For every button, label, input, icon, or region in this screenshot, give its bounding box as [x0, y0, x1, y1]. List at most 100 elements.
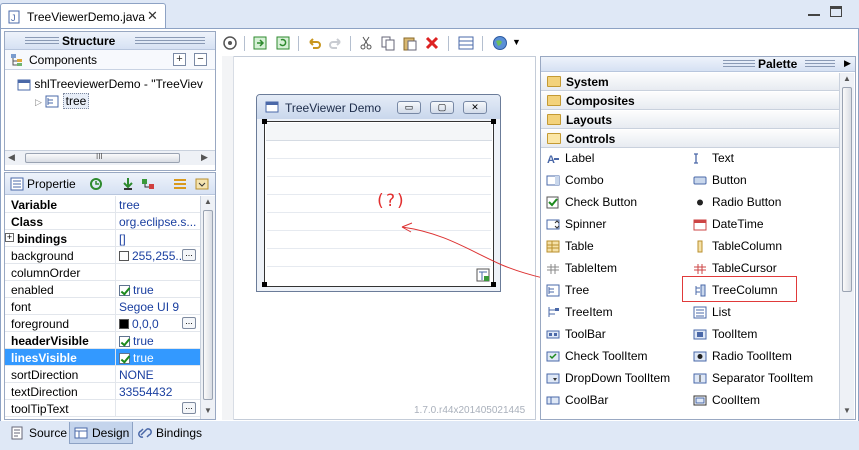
preview-title-bar: TreeViewer Demo ▭ ▢ ✕ [257, 95, 500, 119]
tab-bindings[interactable]: Bindings [136, 422, 208, 444]
prop-row-foreground[interactable]: foreground 0,0,0 ... [5, 315, 200, 332]
prop-row-variable[interactable]: Variable tree [5, 196, 200, 213]
selection-handle[interactable] [491, 119, 496, 124]
prop-row-columnorder[interactable]: columnOrder [5, 264, 200, 281]
palette-category-controls[interactable]: Controls [541, 130, 839, 148]
foreground-browse-button[interactable]: ... [182, 317, 196, 329]
prop-value[interactable] [115, 264, 200, 281]
radio-toolitem-icon [693, 351, 707, 362]
palette-category-composites[interactable]: Composites [541, 92, 839, 110]
tab-design[interactable]: Design [69, 422, 133, 444]
selection-handle[interactable] [262, 119, 267, 124]
prop-row-headervisible[interactable]: headerVisible true [5, 332, 200, 349]
prop-value[interactable]: Segoe UI 9 [115, 298, 200, 315]
delete-icon[interactable] [424, 35, 440, 51]
grip-right [135, 37, 205, 44]
prop-row-sortdirection[interactable]: sortDirection NONE [5, 366, 200, 383]
convert-local-icon[interactable] [141, 177, 155, 191]
properties-vscrollbar[interactable]: ▲ ▼ [200, 196, 215, 419]
prop-value[interactable]: NONE [115, 366, 200, 383]
enabled-checkbox[interactable] [119, 285, 130, 296]
refresh-icon[interactable] [275, 35, 291, 51]
prop-row-class[interactable]: Class org.eclipse.s... [5, 213, 200, 230]
close-tab-icon[interactable]: ✕ [147, 8, 158, 24]
tab-source[interactable]: Source [6, 422, 68, 444]
collapse-all-button[interactable]: − [194, 53, 207, 66]
tree-node-tree[interactable]: ▷ tree [35, 93, 90, 109]
prop-row-bindings[interactable]: + bindings [] [5, 230, 200, 247]
background-browse-button[interactable]: ... [182, 249, 196, 261]
test-gui-icon[interactable] [222, 35, 238, 51]
structure-hscrollbar[interactable]: ◀ III ▶ [5, 150, 215, 165]
expand-bindings-icon[interactable]: + [5, 233, 14, 242]
prop-row-background[interactable]: background 255,255... ... [5, 247, 200, 264]
minimize-editor-icon[interactable] [808, 8, 820, 16]
properties-vscroll-thumb[interactable] [203, 210, 213, 400]
palette-vscroll-thumb[interactable] [842, 87, 852, 292]
item-label: Radio ToolItem [712, 349, 792, 363]
editor-tab-treeviewerdemo[interactable]: J TreeViewerDemo.java ✕ [0, 3, 166, 29]
prop-value[interactable]: org.eclipse.s... [115, 213, 200, 230]
properties-menu-icon[interactable] [195, 177, 209, 191]
prop-value-wrap[interactable]: true [115, 281, 200, 298]
palette-menu-icon[interactable]: ▶ [844, 58, 851, 69]
globe-icon[interactable] [492, 35, 508, 51]
svg-text:J: J [11, 13, 16, 23]
globe-dropdown-icon[interactable]: ▼ [512, 37, 521, 47]
prop-value-wrap[interactable]: true [115, 349, 200, 366]
palette-header[interactable]: Palette ▶ [541, 57, 855, 72]
expand-all-button[interactable]: + [173, 53, 186, 66]
color-swatch-white [119, 251, 129, 261]
item-label: CoolItem [712, 393, 761, 407]
scroll-up-icon[interactable]: ▲ [204, 197, 212, 206]
prop-value-wrap[interactable]: true [115, 332, 200, 349]
palette-category-system[interactable]: System [541, 73, 839, 91]
prop-value[interactable]: [] [115, 230, 200, 247]
prop-row-textdirection[interactable]: textDirection 33554432 [5, 383, 200, 400]
structure-panel: Structure Components + − shlTreeviewerDe… [4, 31, 216, 171]
scroll-left-icon[interactable]: ◀ [8, 152, 15, 163]
maximize-editor-icon[interactable] [830, 6, 842, 17]
redo-icon[interactable] [328, 35, 344, 51]
scroll-right-icon[interactable]: ▶ [201, 152, 208, 163]
prop-name: headerVisible [11, 334, 89, 348]
prop-row-linesvisible[interactable]: linesVisible true [5, 349, 200, 366]
scroll-down-icon[interactable]: ▼ [843, 406, 851, 415]
layout-icon[interactable] [458, 35, 474, 51]
tool-item-icon [693, 329, 707, 340]
cut-icon[interactable] [358, 35, 374, 51]
palette-vscrollbar[interactable]: ▲ ▼ [839, 73, 854, 419]
scroll-down-icon[interactable]: ▼ [204, 406, 212, 415]
palette-category-layouts[interactable]: Layouts [541, 111, 839, 129]
copy-icon[interactable] [380, 35, 396, 51]
prop-name: sortDirection [11, 368, 79, 382]
goto-definition-icon[interactable] [121, 177, 135, 191]
show-advanced-icon[interactable] [173, 177, 187, 191]
externalize-strings-icon[interactable] [252, 35, 268, 51]
toolbar-icon [546, 330, 560, 339]
linesvisible-checkbox[interactable] [119, 353, 130, 364]
window-icon [265, 101, 279, 113]
structure-hscroll-thumb[interactable]: III [25, 152, 180, 163]
tab-design-label: Design [92, 426, 130, 440]
scroll-up-icon[interactable]: ▲ [843, 74, 851, 83]
prop-value[interactable]: 33554432 [115, 383, 200, 400]
prop-value: 0,0,0 [132, 317, 159, 331]
selection-handle[interactable] [262, 282, 267, 287]
paste-icon[interactable] [402, 35, 418, 51]
prop-row-font[interactable]: font Segoe UI 9 [5, 298, 200, 315]
tree-node-shell[interactable]: shlTreeviewerDemo - "TreeViev [17, 77, 203, 91]
separator-toolitem-icon [693, 373, 707, 384]
prop-value[interactable]: tree [115, 196, 200, 213]
prop-row-enabled[interactable]: enabled true [5, 281, 200, 298]
undo-icon[interactable] [306, 35, 322, 51]
structure-title-bar[interactable]: Structure [5, 32, 215, 50]
tooltip-browse-button[interactable]: ... [182, 402, 196, 414]
item-label: Label [565, 151, 595, 165]
headervisible-checkbox[interactable] [119, 336, 130, 347]
tree-header-row [266, 123, 492, 141]
show-events-icon[interactable] [89, 177, 103, 191]
list-icon [693, 306, 707, 319]
prop-row-tooltiptext[interactable]: toolTipText ... [5, 400, 200, 417]
coolbar-icon [546, 396, 560, 405]
